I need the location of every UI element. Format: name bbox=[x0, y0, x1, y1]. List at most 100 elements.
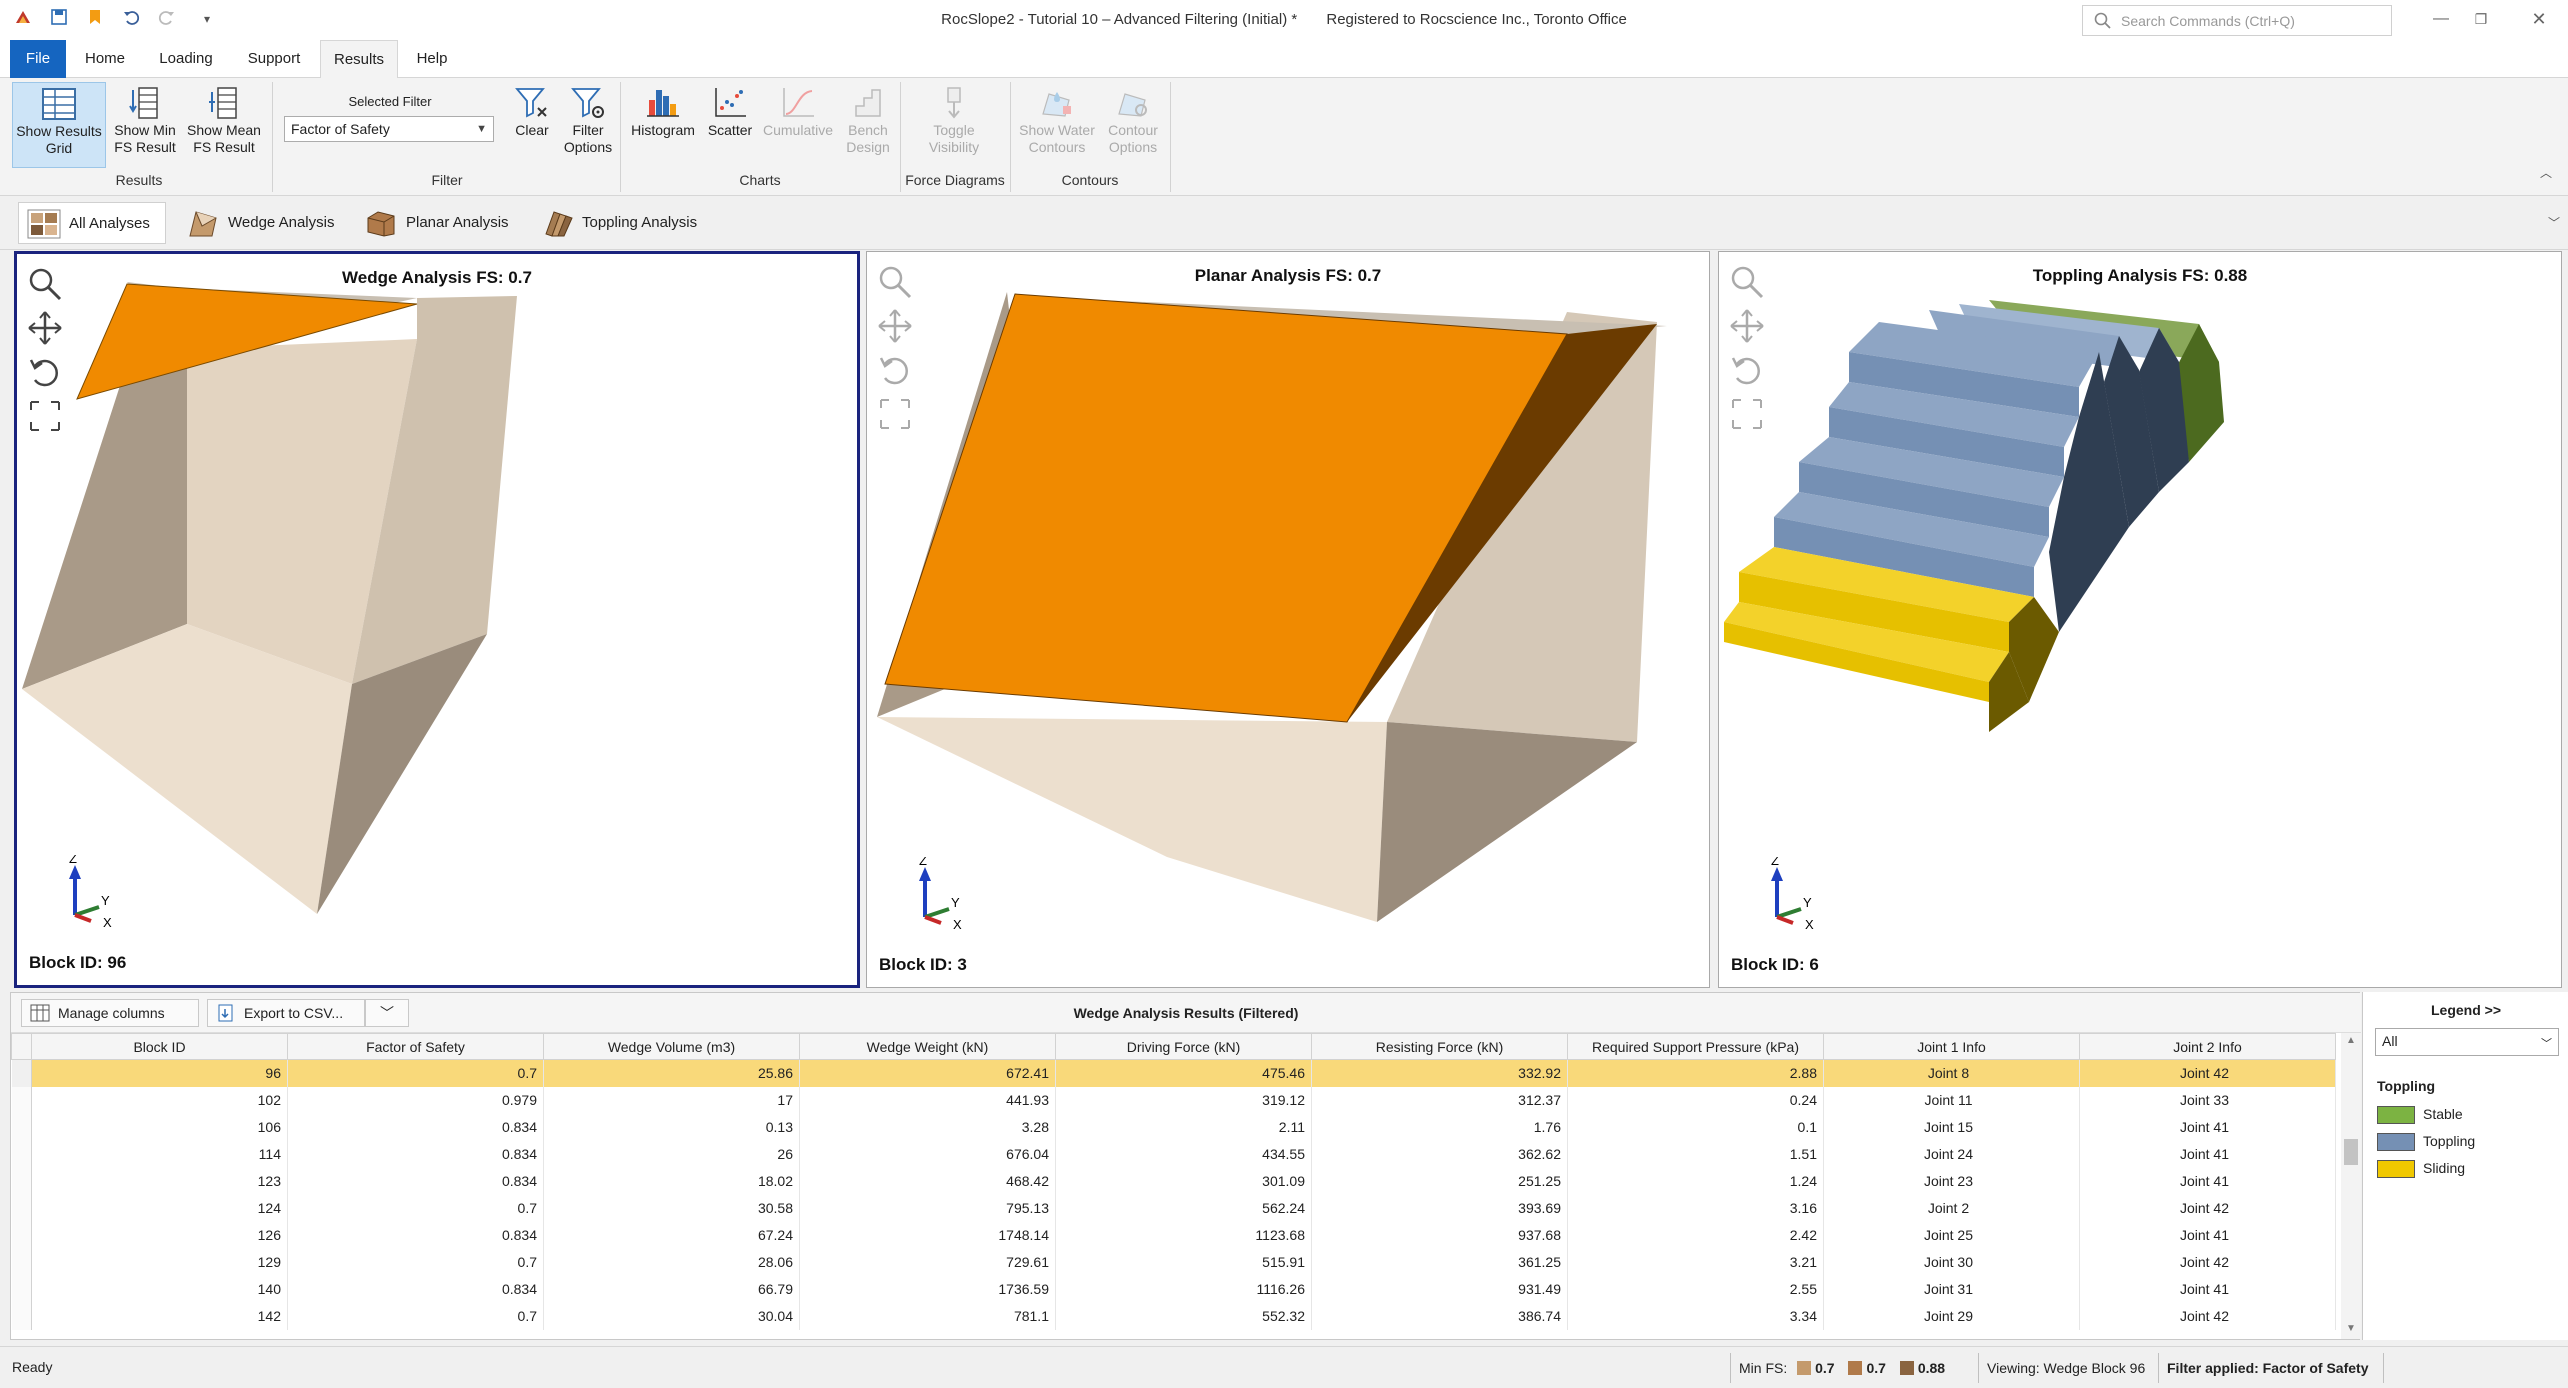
table-row[interactable]: 142 0.7 30.04 781.1 552.32 386.74 3.34 Joint 29… bbox=[11, 1302, 2336, 1330]
scroll-up-icon[interactable]: ▲ bbox=[2346, 1035, 2356, 1046]
export-options-dropdown[interactable]: ﹀ bbox=[365, 999, 409, 1027]
table-cell[interactable]: Joint 33 bbox=[2079, 1086, 2336, 1114]
table-cell[interactable]: Joint 41 bbox=[2079, 1275, 2336, 1303]
tab-results[interactable]: Results bbox=[320, 40, 398, 79]
column-header[interactable]: Required Support Pressure (kPa) bbox=[1567, 1033, 1824, 1060]
table-row[interactable]: 106 0.834 0.13 3.28 2.11 1.76 0.1 Joint 15 Joint… bbox=[11, 1113, 2336, 1141]
zoom-icon[interactable] bbox=[1729, 264, 1765, 304]
customize-toolbar-icon[interactable]: ▾ bbox=[196, 8, 218, 30]
table-cell[interactable]: 1736.59 bbox=[799, 1275, 1056, 1303]
table-cell[interactable]: 0.7 bbox=[287, 1059, 544, 1087]
table-cell[interactable]: 126 bbox=[31, 1221, 288, 1249]
pan-icon[interactable] bbox=[27, 310, 63, 350]
table-cell[interactable]: 515.91 bbox=[1055, 1248, 1312, 1276]
table-cell[interactable]: 30.04 bbox=[543, 1302, 800, 1330]
table-cell[interactable]: Joint 41 bbox=[2079, 1167, 2336, 1195]
table-cell[interactable]: 468.42 bbox=[799, 1167, 1056, 1195]
table-cell[interactable]: 3.16 bbox=[1567, 1194, 1824, 1222]
table-cell[interactable]: 0.7 bbox=[287, 1194, 544, 1222]
table-cell[interactable]: 0.7 bbox=[287, 1302, 544, 1330]
table-cell[interactable]: 562.24 bbox=[1055, 1194, 1312, 1222]
table-cell[interactable]: 0.834 bbox=[287, 1140, 544, 1168]
table-cell[interactable]: 332.92 bbox=[1311, 1059, 1568, 1087]
rotate-icon[interactable] bbox=[877, 352, 913, 392]
search-commands-input[interactable]: Search Commands (Ctrl+Q) bbox=[2082, 5, 2392, 36]
row-header[interactable] bbox=[11, 1302, 32, 1330]
zoom-extents-icon[interactable] bbox=[877, 396, 913, 436]
table-cell[interactable]: 140 bbox=[31, 1275, 288, 1303]
table-cell[interactable]: 3.21 bbox=[1567, 1248, 1824, 1276]
table-cell[interactable]: 362.62 bbox=[1311, 1140, 1568, 1168]
restore-icon[interactable]: ❐ bbox=[2468, 6, 2494, 32]
show-water-contours-button[interactable]: Show Water Contours bbox=[1014, 82, 1100, 168]
bench-design-button[interactable]: Bench Design bbox=[840, 82, 896, 168]
table-cell[interactable]: 386.74 bbox=[1311, 1302, 1568, 1330]
table-cell[interactable]: 3.34 bbox=[1567, 1302, 1824, 1330]
redo-icon[interactable] bbox=[156, 8, 178, 30]
table-cell[interactable]: 795.13 bbox=[799, 1194, 1056, 1222]
table-cell[interactable]: 676.04 bbox=[799, 1140, 1056, 1168]
table-cell[interactable]: 393.69 bbox=[1311, 1194, 1568, 1222]
table-cell[interactable]: 672.41 bbox=[799, 1059, 1056, 1087]
tab-planar-analysis[interactable]: Planar Analysis bbox=[356, 202, 522, 244]
legend-filter-dropdown[interactable]: All ﹀ bbox=[2375, 1028, 2559, 1056]
table-row[interactable]: 126 0.834 67.24 1748.14 1123.68 937.68 2.42 Joi… bbox=[11, 1221, 2336, 1249]
table-cell[interactable]: Joint 11 bbox=[1823, 1086, 2080, 1114]
table-cell[interactable]: 102 bbox=[31, 1086, 288, 1114]
table-cell[interactable]: 96 bbox=[31, 1059, 288, 1087]
table-cell[interactable]: 1.76 bbox=[1311, 1113, 1568, 1141]
scrollbar-thumb[interactable] bbox=[2344, 1139, 2358, 1165]
toppling-analysis-view[interactable]: Toppling Analysis FS: 0.88 Z Y X Block I… bbox=[1718, 251, 2562, 988]
table-cell[interactable]: 114 bbox=[31, 1140, 288, 1168]
selected-filter-dropdown[interactable]: Factor of Safety ▼ bbox=[284, 116, 494, 142]
table-cell[interactable]: 1748.14 bbox=[799, 1221, 1056, 1249]
table-cell[interactable]: Joint 29 bbox=[1823, 1302, 2080, 1330]
table-cell[interactable]: 441.93 bbox=[799, 1086, 1056, 1114]
table-cell[interactable]: 434.55 bbox=[1055, 1140, 1312, 1168]
table-row[interactable]: 123 0.834 18.02 468.42 301.09 251.25 1.24 Joint… bbox=[11, 1167, 2336, 1195]
table-cell[interactable]: 28.06 bbox=[543, 1248, 800, 1276]
table-cell[interactable]: Joint 41 bbox=[2079, 1221, 2336, 1249]
row-header[interactable] bbox=[11, 1194, 32, 1222]
minimize-icon[interactable]: — bbox=[2428, 6, 2454, 32]
table-cell[interactable]: 18.02 bbox=[543, 1167, 800, 1195]
column-header[interactable]: Wedge Volume (m3) bbox=[543, 1033, 800, 1060]
undo-icon[interactable] bbox=[120, 8, 142, 30]
table-cell[interactable]: 106 bbox=[31, 1113, 288, 1141]
legend-toggle[interactable]: Legend >> bbox=[2363, 1002, 2568, 1018]
table-cell[interactable]: 319.12 bbox=[1055, 1086, 1312, 1114]
table-cell[interactable]: Joint 8 bbox=[1823, 1059, 2080, 1087]
column-header[interactable]: Joint 2 Info bbox=[2079, 1033, 2336, 1060]
column-header[interactable]: Factor of Safety bbox=[287, 1033, 544, 1060]
table-cell[interactable]: 30.58 bbox=[543, 1194, 800, 1222]
table-cell[interactable]: 781.1 bbox=[799, 1302, 1056, 1330]
table-cell[interactable]: 1.24 bbox=[1567, 1167, 1824, 1195]
table-cell[interactable]: 729.61 bbox=[799, 1248, 1056, 1276]
table-cell[interactable]: Joint 23 bbox=[1823, 1167, 2080, 1195]
scroll-down-icon[interactable]: ▼ bbox=[2346, 1323, 2356, 1334]
table-cell[interactable]: Joint 30 bbox=[1823, 1248, 2080, 1276]
table-cell[interactable]: 0.979 bbox=[287, 1086, 544, 1114]
filter-options-button[interactable]: Filter Options bbox=[560, 82, 616, 168]
clear-filter-button[interactable]: Clear bbox=[504, 82, 560, 168]
bookmark-icon[interactable] bbox=[84, 8, 106, 30]
table-cell[interactable]: 0.13 bbox=[543, 1113, 800, 1141]
tab-support[interactable]: Support bbox=[234, 40, 314, 78]
zoom-icon[interactable] bbox=[27, 266, 63, 306]
table-row[interactable]: 96 0.7 25.86 672.41 475.46 332.92 2.88 Joint 8J… bbox=[11, 1059, 2336, 1087]
table-cell[interactable]: 124 bbox=[31, 1194, 288, 1222]
table-cell[interactable]: 312.37 bbox=[1311, 1086, 1568, 1114]
collapse-ribbon-icon[interactable]: ︿ bbox=[2540, 164, 2552, 181]
table-row[interactable]: 129 0.7 28.06 729.61 515.91 361.25 3.21 Joint 3… bbox=[11, 1248, 2336, 1276]
column-header[interactable]: Joint 1 Info bbox=[1823, 1033, 2080, 1060]
tab-all-analyses[interactable]: All Analyses bbox=[18, 202, 166, 244]
cumulative-button[interactable]: Cumulative bbox=[758, 82, 838, 168]
table-row[interactable]: 124 0.7 30.58 795.13 562.24 393.69 3.16 Joint 2… bbox=[11, 1194, 2336, 1222]
table-cell[interactable]: 2.55 bbox=[1567, 1275, 1824, 1303]
table-cell[interactable]: 123 bbox=[31, 1167, 288, 1195]
column-header[interactable]: Block ID bbox=[31, 1033, 288, 1060]
row-header[interactable] bbox=[11, 1140, 32, 1168]
table-cell[interactable]: 0.24 bbox=[1567, 1086, 1824, 1114]
tab-wedge-analysis[interactable]: Wedge Analysis bbox=[178, 202, 348, 244]
table-cell[interactable]: 129 bbox=[31, 1248, 288, 1276]
